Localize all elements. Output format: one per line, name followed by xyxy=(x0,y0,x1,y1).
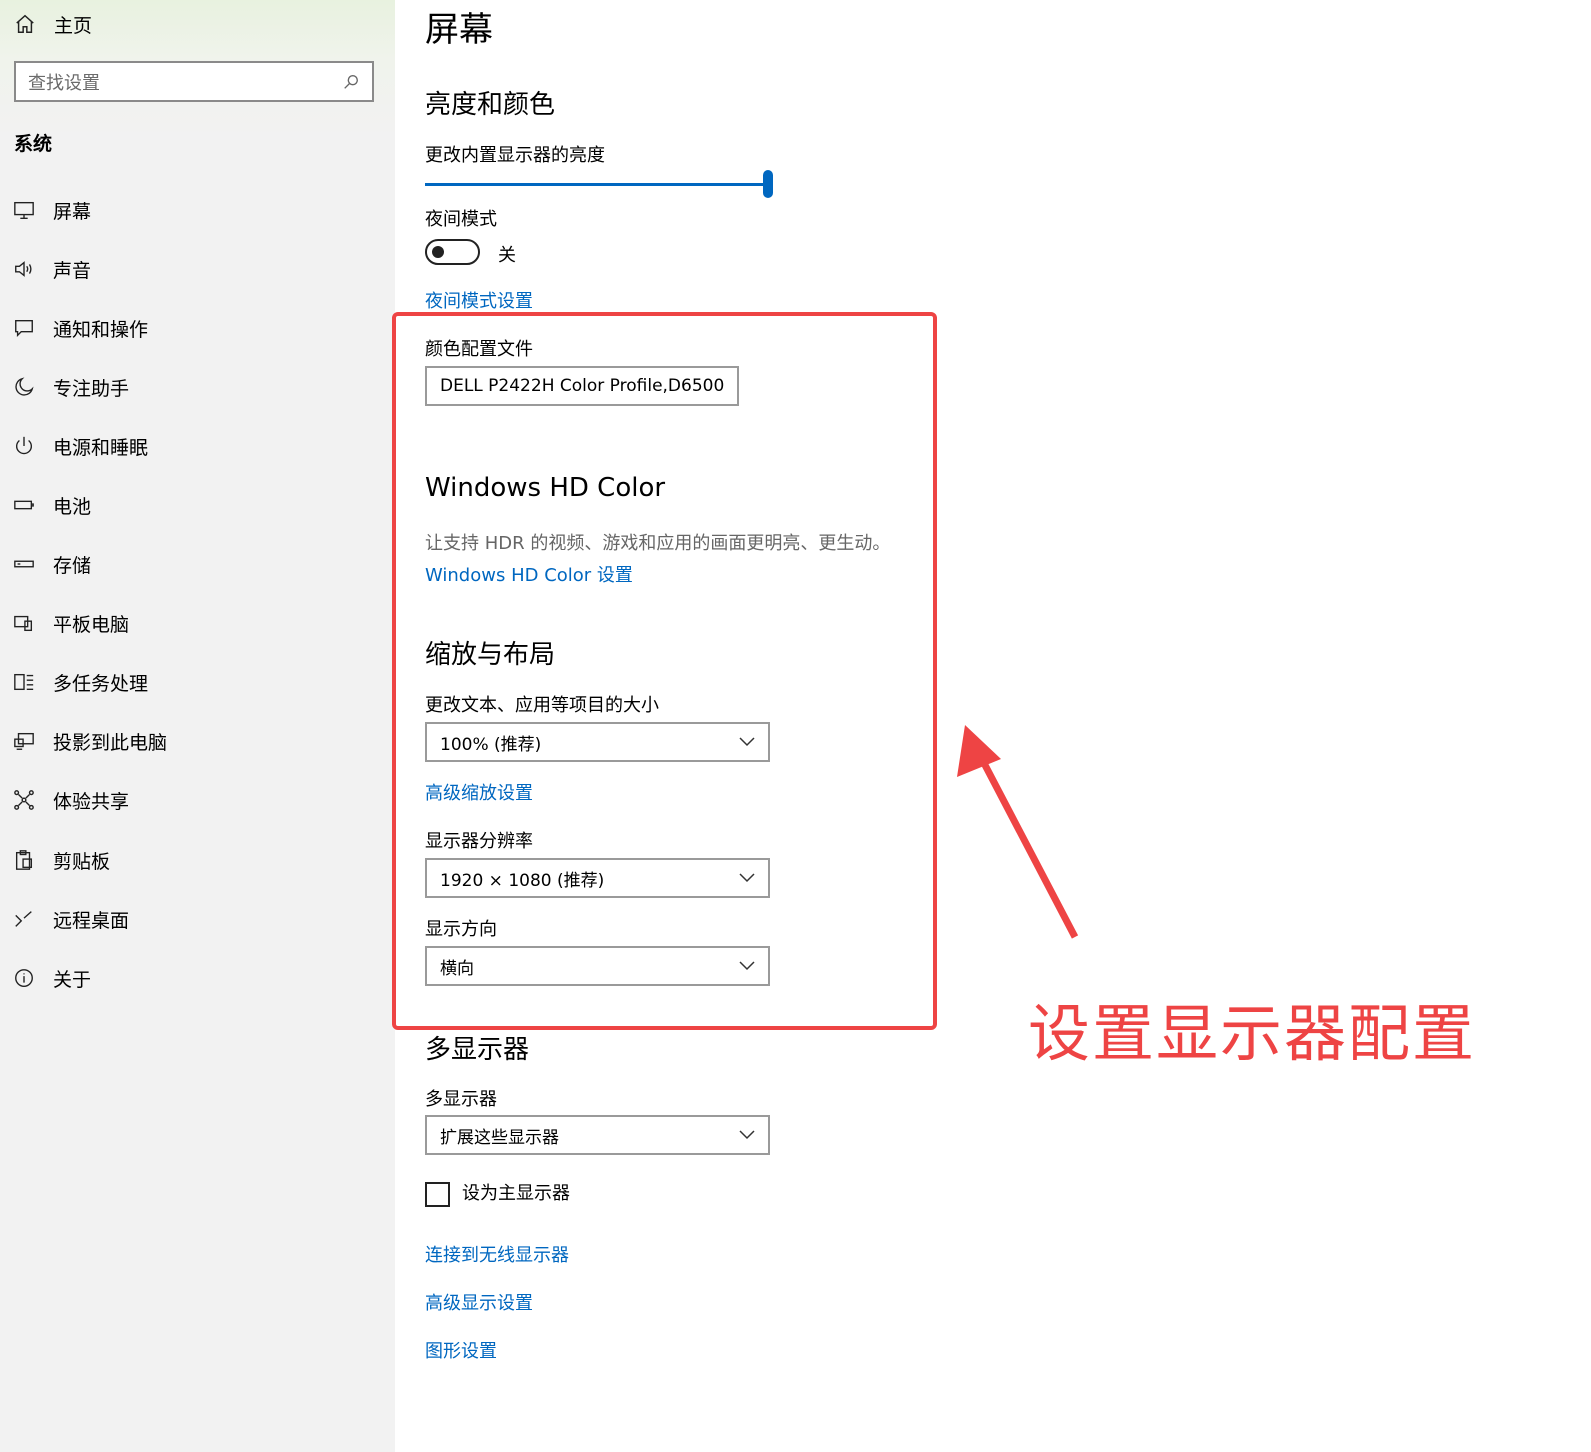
sidebar-item-label: 声音 xyxy=(53,259,92,282)
search-input[interactable]: 查找设置 xyxy=(14,61,374,102)
info-icon xyxy=(12,966,36,990)
tablet-icon xyxy=(12,611,36,635)
graphics-settings-link[interactable]: 图形设置 xyxy=(425,1337,497,1363)
multi-display-value: 扩展这些显示器 xyxy=(440,1127,559,1148)
sidebar-item-sound[interactable]: 声音 xyxy=(12,254,91,284)
annotation-highlight-box xyxy=(392,312,937,1030)
sidebar-item-multitasking[interactable]: 多任务处理 xyxy=(12,667,148,697)
brightness-label: 更改内置显示器的亮度 xyxy=(425,145,605,166)
sidebar-item-clipboard[interactable]: 剪贴板 xyxy=(12,845,110,875)
toggle-knob xyxy=(432,246,444,258)
sidebar-item-about[interactable]: 关于 xyxy=(12,963,91,993)
moon-icon xyxy=(12,375,36,399)
annotation-arrow-icon xyxy=(957,725,1079,939)
multi-display-dropdown[interactable]: 扩展这些显示器 xyxy=(425,1115,770,1155)
sidebar-item-display[interactable]: 屏幕 xyxy=(12,195,91,225)
wireless-display-link[interactable]: 连接到无线显示器 xyxy=(425,1241,569,1267)
storage-icon xyxy=(12,552,36,576)
sidebar-item-label: 存储 xyxy=(53,554,92,577)
brightness-slider-track[interactable] xyxy=(425,183,763,186)
monitor-icon xyxy=(12,198,36,222)
sidebar-item-label: 远程桌面 xyxy=(53,909,130,932)
remote-icon xyxy=(12,907,36,931)
sidebar-item-label: 体验共享 xyxy=(53,790,130,813)
night-mode-settings-link[interactable]: 夜间模式设置 xyxy=(425,287,533,313)
home-label: 主页 xyxy=(54,14,93,37)
page-title: 屏幕 xyxy=(425,10,493,50)
primary-display-label: 设为主显示器 xyxy=(462,1183,570,1204)
power-icon xyxy=(12,434,36,458)
multitask-icon xyxy=(12,670,36,694)
speaker-icon xyxy=(12,257,36,281)
annotation-text: 设置显示器配置 xyxy=(1028,997,1477,1070)
advanced-display-link[interactable]: 高级显示设置 xyxy=(425,1289,533,1315)
sidebar-item-focus-assist[interactable]: 专注助手 xyxy=(12,372,129,402)
sidebar-item-battery[interactable]: 电池 xyxy=(12,490,91,520)
night-mode-toggle[interactable] xyxy=(425,239,480,265)
night-mode-state: 关 xyxy=(498,245,516,266)
battery-icon xyxy=(12,493,36,517)
search-icon[interactable] xyxy=(342,73,360,91)
sidebar-item-remote-desktop[interactable]: 远程桌面 xyxy=(12,904,129,934)
clipboard-icon xyxy=(12,848,36,872)
multi-display-heading: 多显示器 xyxy=(425,1035,530,1065)
sidebar-item-notifications[interactable]: 通知和操作 xyxy=(12,313,148,343)
section-label-system: 系统 xyxy=(14,133,53,155)
brightness-heading: 亮度和颜色 xyxy=(425,90,556,120)
chevron-down-icon xyxy=(739,1130,755,1140)
message-icon xyxy=(12,316,36,340)
search-placeholder: 查找设置 xyxy=(28,72,100,94)
sidebar-item-tablet[interactable]: 平板电脑 xyxy=(12,608,129,638)
brightness-slider-thumb[interactable] xyxy=(763,170,773,198)
sidebar: 主页 查找设置 系统 屏幕 声音 通知和操作 专注助手 电源和睡眠 电池 存储 … xyxy=(0,0,395,1452)
sidebar-item-label: 投影到此电脑 xyxy=(53,731,168,754)
home-icon xyxy=(16,14,34,33)
sidebar-item-label: 电源和睡眠 xyxy=(53,436,149,459)
share-icon xyxy=(12,788,36,812)
sidebar-item-label: 剪贴板 xyxy=(53,850,111,873)
primary-display-checkbox[interactable] xyxy=(425,1182,450,1207)
sidebar-item-label: 多任务处理 xyxy=(53,672,149,695)
sidebar-item-storage[interactable]: 存储 xyxy=(12,549,91,579)
multi-display-label: 多显示器 xyxy=(425,1089,497,1110)
sidebar-item-label: 平板电脑 xyxy=(53,613,130,636)
home-nav-item[interactable]: 主页 xyxy=(14,10,92,38)
sidebar-item-label: 专注助手 xyxy=(53,377,130,400)
sidebar-item-label: 关于 xyxy=(53,968,92,991)
night-mode-label: 夜间模式 xyxy=(425,209,497,230)
sidebar-item-label: 电池 xyxy=(53,495,92,518)
sidebar-item-label: 通知和操作 xyxy=(53,318,149,341)
sidebar-item-shared-experiences[interactable]: 体验共享 xyxy=(12,785,129,815)
project-icon xyxy=(12,729,36,753)
sidebar-item-power-sleep[interactable]: 电源和睡眠 xyxy=(12,431,148,461)
sidebar-item-project[interactable]: 投影到此电脑 xyxy=(12,726,167,756)
sidebar-item-label: 屏幕 xyxy=(53,200,92,223)
